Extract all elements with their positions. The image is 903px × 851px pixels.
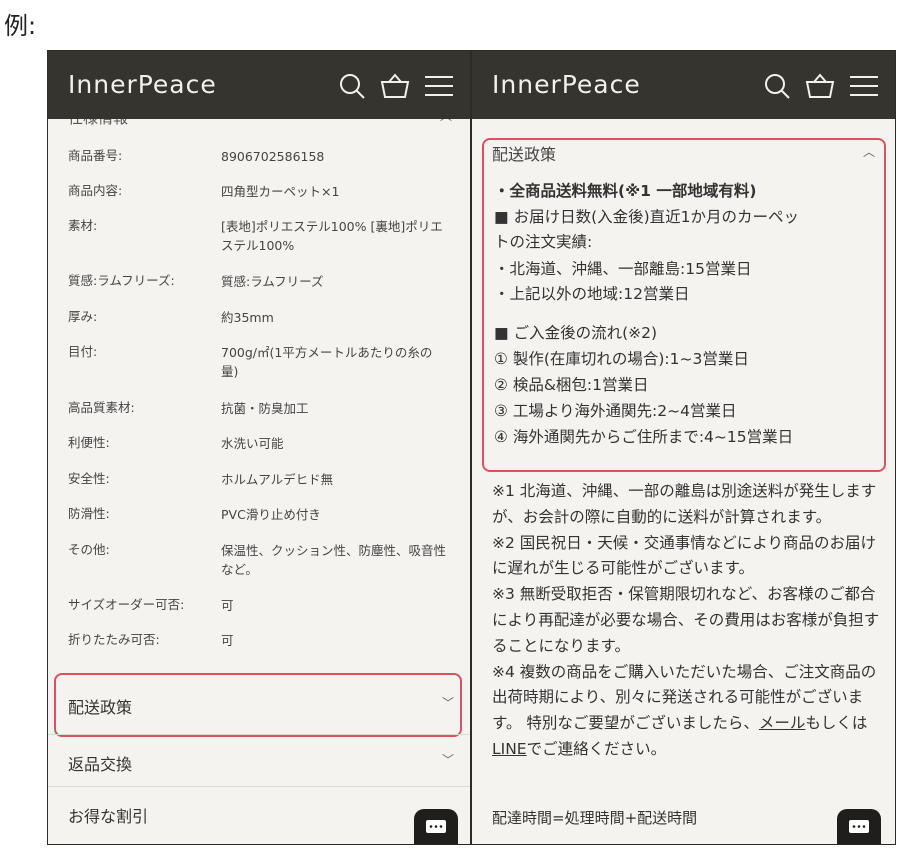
spec-value: PVC滑り止め付き bbox=[221, 507, 321, 522]
chat-icon bbox=[849, 820, 869, 833]
spec-key: 厚み: bbox=[68, 309, 98, 324]
spec-value: ホルムアルデヒド無 bbox=[221, 472, 334, 487]
menu-icon[interactable] bbox=[849, 74, 879, 98]
accordion-label: 配送政策 bbox=[68, 698, 133, 717]
note: ※2 国民祝日・天候・交通事情などにより商品のお届けに遅れが生じる可能性がござい… bbox=[492, 533, 876, 578]
right-phone-screen: InnerPeace 配送政策 ︿ ・全商品送料無料(※1 一部地域有料) ■ お… bbox=[471, 50, 896, 845]
accordion-label: 返品交換 bbox=[68, 755, 133, 774]
note: ※4 複数の商品をご購入いただいた場合、ご注文商品の出荷時期により、別々に発送さ… bbox=[492, 662, 877, 758]
site-header: InnerPeace bbox=[48, 51, 470, 119]
search-icon[interactable] bbox=[763, 72, 791, 100]
mail-link[interactable]: メール bbox=[759, 714, 806, 732]
accordion-returns[interactable]: 返品交換 ﹀ bbox=[48, 734, 470, 786]
spec-value: 700g/㎡(1平方メートルあたりの糸の量) bbox=[221, 345, 433, 379]
chat-button[interactable] bbox=[837, 809, 881, 844]
search-icon[interactable] bbox=[338, 72, 366, 100]
spec-value: 抗菌・防臭加工 bbox=[221, 401, 309, 416]
policy-line: ③ 工場より海外通関先:2~4営業日 bbox=[494, 402, 737, 420]
spec-key: 質感:ラムフリーズ: bbox=[68, 273, 175, 288]
spec-value: 質感:ラムフリーズ bbox=[221, 274, 324, 289]
policy-line: ・北海道、沖縄、一部離島:15営業日 bbox=[494, 260, 752, 278]
accordion-shipping-policy[interactable]: 配送政策 bbox=[492, 141, 556, 165]
delivery-time-note: 配達時間=処理時間+配送時間 bbox=[492, 809, 698, 827]
spec-key: その他: bbox=[68, 542, 110, 557]
chevron-down-icon: ﹀ bbox=[441, 696, 454, 710]
spec-value: 水洗い可能 bbox=[221, 436, 284, 451]
note: ※3 無断受取拒否・保管期限切れなど、お客様のご都合により再配達が必要な場合、そ… bbox=[492, 585, 880, 655]
chevron-down-icon: ﹀ bbox=[441, 753, 454, 767]
line-link[interactable]: LINE bbox=[492, 740, 527, 758]
spec-value: 約35mm bbox=[221, 310, 274, 325]
site-header: InnerPeace bbox=[472, 51, 895, 119]
accordion-label: お得な割引 bbox=[68, 807, 149, 826]
basket-icon[interactable] bbox=[805, 72, 835, 100]
spec-value: [表地]ポリエステル100% [裏地]ポリエステル100% bbox=[221, 219, 443, 253]
spec-key: 折りたたみ可否: bbox=[68, 632, 160, 647]
policy-line: ・上記以外の地域:12営業日 bbox=[494, 285, 690, 303]
left-phone-screen: 仕様情報 ︿ 商品番号:8906702586158商品内容:四角型カーペット×1… bbox=[47, 50, 471, 845]
basket-icon[interactable] bbox=[380, 72, 410, 100]
policy-line: ■ ご入金後の流れ(※2) bbox=[494, 324, 658, 342]
spec-key: 素材: bbox=[68, 218, 98, 233]
spec-key: 安全性: bbox=[68, 471, 110, 486]
policy-line: ② 検品&梱包:1営業日 bbox=[494, 376, 649, 394]
spec-key: 利便性: bbox=[68, 435, 110, 450]
policy-notes: ※1 北海道、沖縄、一部の離島は別途送料が発生しますが、お会計の際に自動的に送料… bbox=[492, 479, 880, 763]
chat-icon bbox=[426, 820, 446, 833]
spec-key: 高品質素材: bbox=[68, 400, 135, 415]
spec-key: 商品番号: bbox=[68, 148, 123, 163]
spec-value: 四角型カーペット×1 bbox=[221, 184, 340, 199]
brand-logo[interactable]: InnerPeace bbox=[492, 70, 641, 99]
brand-logo[interactable]: InnerPeace bbox=[68, 70, 217, 99]
spec-key: サイズオーダー可否: bbox=[68, 597, 185, 612]
policy-line: ④ 海外通関先からご住所まで:4~15営業日 bbox=[494, 428, 794, 446]
chevron-up-icon[interactable]: ︿ bbox=[863, 143, 875, 160]
policy-line: ・全商品送料無料(※1 一部地域有料) bbox=[494, 182, 757, 200]
menu-icon[interactable] bbox=[424, 74, 454, 98]
policy-line: ① 製作(在庫切れの場合):1~3営業日 bbox=[494, 350, 749, 368]
spec-value: 保温性、クッション性、防塵性、吸音性など。 bbox=[221, 543, 447, 577]
note: ※1 北海道、沖縄、一部の離島は別途送料が発生しますが、お会計の際に自動的に送料… bbox=[492, 482, 877, 526]
spec-key: 目付: bbox=[68, 344, 98, 359]
accordion-discounts[interactable]: お得な割引 bbox=[48, 786, 470, 838]
spec-key: 商品内容: bbox=[68, 183, 123, 198]
policy-line: ■ お届け日数(入金後)直近1か月のカーペッ bbox=[494, 208, 800, 226]
spec-value: 可 bbox=[221, 598, 234, 613]
page-label: 例: bbox=[4, 12, 37, 40]
chat-button[interactable] bbox=[414, 809, 458, 844]
spec-value: 8906702586158 bbox=[221, 149, 325, 164]
policy-line: トの注文実績: bbox=[494, 233, 593, 251]
accordion-shipping-policy[interactable]: 配送政策 ﹀ bbox=[48, 678, 470, 730]
spec-key: 防滑性: bbox=[68, 506, 110, 521]
spec-value: 可 bbox=[221, 633, 234, 648]
